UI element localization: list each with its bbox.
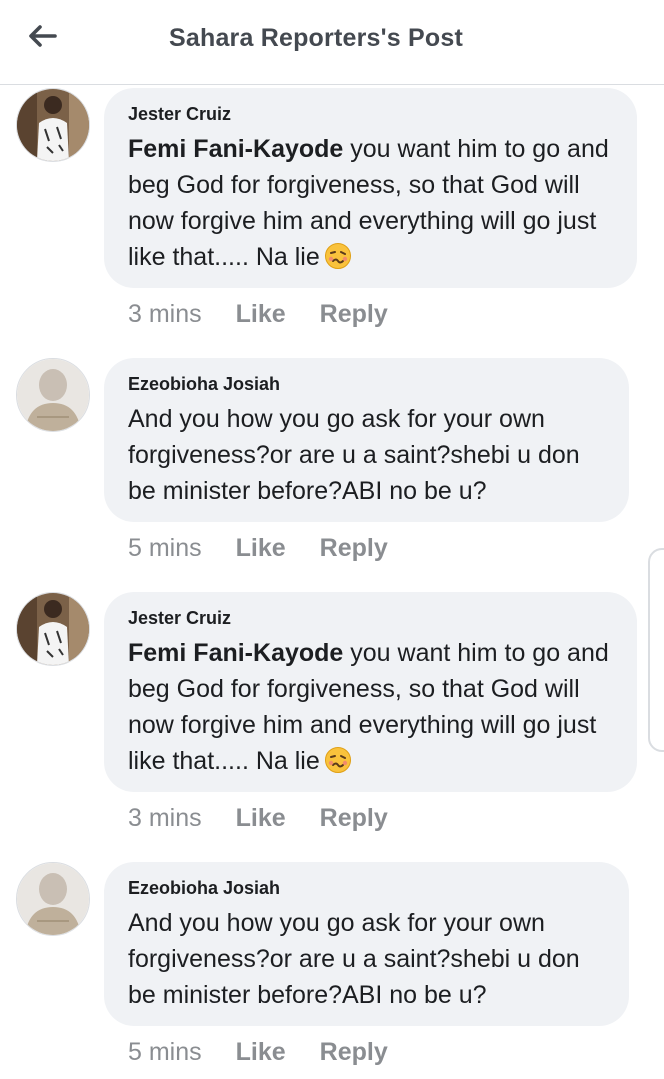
comment-time[interactable]: 5 mins (128, 534, 202, 563)
mention-link[interactable]: Femi Fani-Kayode (128, 135, 343, 163)
side-scroll-handle[interactable] (648, 548, 664, 752)
top-bar: Sahara Reporters's Post (0, 0, 664, 85)
like-button[interactable]: Like (236, 300, 286, 329)
like-button[interactable]: Like (236, 804, 286, 833)
reply-button[interactable]: Reply (320, 804, 388, 833)
avatar[interactable] (16, 88, 90, 162)
comment: Jester Cruiz Femi Fani-Kayode you want h… (0, 592, 664, 852)
comment-time[interactable]: 3 mins (128, 300, 202, 329)
comment-author[interactable]: Ezeobioha Josiah (128, 878, 605, 899)
comment-bubble: Jester Cruiz Femi Fani-Kayode you want h… (104, 592, 637, 792)
like-button[interactable]: Like (236, 534, 286, 563)
comment: Ezeobioha Josiah And you how you go ask … (0, 862, 664, 1079)
like-button[interactable]: Like (236, 1038, 286, 1067)
comment-actions: 3 mins Like Reply (128, 804, 388, 833)
avatar[interactable] (16, 862, 90, 936)
comment-author[interactable]: Jester Cruiz (128, 608, 613, 629)
woozy-face-emoji-icon (324, 242, 352, 280)
page-title: Sahara Reporters's Post (169, 24, 463, 52)
comment-time[interactable]: 5 mins (128, 1038, 202, 1067)
avatar[interactable] (16, 358, 90, 432)
comment-bubble: Ezeobioha Josiah And you how you go ask … (104, 862, 629, 1026)
woozy-face-emoji-icon (324, 746, 352, 784)
mention-link[interactable]: Femi Fani-Kayode (128, 639, 343, 667)
reply-button[interactable]: Reply (320, 300, 388, 329)
comment-bubble: Jester Cruiz Femi Fani-Kayode you want h… (104, 88, 637, 288)
comment: Ezeobioha Josiah And you how you go ask … (0, 358, 664, 588)
avatar[interactable] (16, 592, 90, 666)
comment-text: Femi Fani-Kayode you want him to go and … (128, 635, 613, 784)
comment: Jester Cruiz Femi Fani-Kayode you want h… (0, 88, 664, 348)
comment-actions: 5 mins Like Reply (128, 534, 388, 563)
comment-text: And you how you go ask for your own forg… (128, 405, 580, 505)
post-comments-page: Sahara Reporters's Post Jester Cruiz Fem… (0, 0, 664, 1079)
comment-time[interactable]: 3 mins (128, 804, 202, 833)
comment-text: And you how you go ask for your own forg… (128, 909, 580, 1009)
comment-text: Femi Fani-Kayode you want him to go and … (128, 131, 613, 280)
reply-button[interactable]: Reply (320, 1038, 388, 1067)
reply-button[interactable]: Reply (320, 534, 388, 563)
comment-bubble: Ezeobioha Josiah And you how you go ask … (104, 358, 629, 522)
comment-author[interactable]: Ezeobioha Josiah (128, 374, 605, 395)
comment-actions: 3 mins Like Reply (128, 300, 388, 329)
comment-author[interactable]: Jester Cruiz (128, 104, 613, 125)
comment-actions: 5 mins Like Reply (128, 1038, 388, 1067)
